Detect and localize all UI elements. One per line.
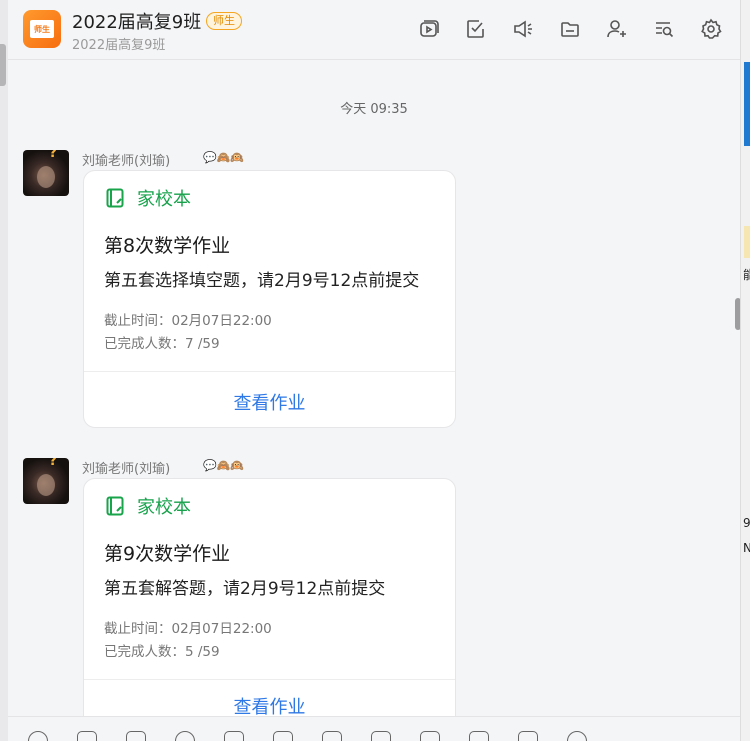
group-title[interactable]: 2022届高复9班 [72, 8, 201, 34]
emoji-icon[interactable] [28, 731, 48, 741]
card-source: 家校本 [137, 497, 191, 518]
divider [84, 679, 455, 680]
card-description: 第五套选择填空题，请2月9号12点前提交 [104, 271, 420, 291]
message-item: ? 刘瑜老师(刘瑜) 💬🙈🙉 家校本 第9次数学作业 第五套解答题，请2月9号1… [23, 458, 483, 716]
sender-name[interactable]: 刘瑜老师(刘瑜) [82, 150, 170, 169]
view-homework-link[interactable]: 查看作业 [84, 389, 455, 415]
background-text: N [743, 541, 750, 555]
card-title: 第8次数学作业 [104, 235, 231, 257]
add-member-icon[interactable] [604, 16, 630, 42]
search-history-icon[interactable] [651, 16, 677, 42]
group-subtitle: 2022届高复9班 [72, 38, 166, 53]
image-icon[interactable] [273, 731, 293, 741]
status-emoji-icon: 💬🙈🙉 [203, 151, 245, 164]
card-deadline: 截止时间：02月07日22:00 [104, 621, 272, 637]
tv-icon[interactable] [469, 731, 489, 741]
task-icon[interactable] [463, 16, 489, 42]
background-text: 9 [743, 516, 750, 530]
card-deadline: 截止时间：02月07日22:00 [104, 313, 272, 329]
avatar[interactable]: ? [23, 150, 69, 196]
avatar[interactable]: ? [23, 458, 69, 504]
settings-icon[interactable] [698, 16, 724, 42]
group-avatar[interactable]: 师生 [23, 10, 61, 48]
card-title: 第9次数学作业 [104, 543, 231, 565]
announcement-icon[interactable] [510, 16, 536, 42]
card-description: 第五套解答题，请2月9号12点前提交 [104, 579, 386, 599]
left-edge-strip [0, 0, 8, 741]
collapse-handle[interactable] [0, 44, 6, 86]
book-icon[interactable] [420, 731, 440, 741]
message-item: ? 刘瑜老师(刘瑜) 💬🙈🙉 家校本 第8次数学作业 第五套选择填空题，请2月9… [23, 150, 483, 432]
folder-icon[interactable] [557, 16, 583, 42]
notebook-icon [106, 188, 124, 208]
card-completion-count: 已完成人数：5 /59 [104, 644, 220, 660]
view-homework-link[interactable]: 查看作业 [84, 693, 455, 716]
card-completion-count: 已完成人数：7 /59 [104, 336, 220, 352]
card-source: 家校本 [137, 189, 191, 210]
background-text: 能 [743, 268, 750, 282]
notebook-icon [106, 496, 124, 516]
header-toolbar [416, 16, 745, 42]
homework-card[interactable]: 家校本 第8次数学作业 第五套选择填空题，请2月9号12点前提交 截止时间：02… [83, 170, 456, 428]
decoration-icon: ? [49, 458, 58, 469]
at-icon[interactable] [175, 731, 195, 741]
folder-icon[interactable] [224, 731, 244, 741]
homework-card[interactable]: 家校本 第9次数学作业 第五套解答题，请2月9号12点前提交 截止时间：02月0… [83, 478, 456, 716]
message-timestamp: 今天 09:35 [340, 102, 408, 117]
chat-header: 师生 2022届高复9班 师生 2022届高复9班 [8, 0, 740, 60]
book-icon: 师生 [30, 20, 54, 38]
like-icon[interactable] [77, 731, 97, 741]
scissors-icon[interactable] [126, 731, 146, 741]
sender-name[interactable]: 刘瑜老师(刘瑜) [82, 458, 170, 477]
decoration-icon: ? [49, 150, 58, 161]
chat-window: 师生 2022届高复9班 师生 2022届高复9班 今天 09:35 ? 刘瑜老… [8, 0, 740, 741]
status-emoji-icon: 💬🙈🙉 [203, 459, 245, 472]
group-type-badge: 师生 [206, 12, 242, 30]
calendar-icon[interactable] [518, 731, 538, 741]
divider [84, 371, 455, 372]
checklist-icon[interactable] [322, 731, 342, 741]
more-icon[interactable] [567, 731, 587, 741]
lightning-icon[interactable] [371, 731, 391, 741]
input-toolbar [8, 716, 740, 741]
video-icon[interactable] [416, 16, 442, 42]
